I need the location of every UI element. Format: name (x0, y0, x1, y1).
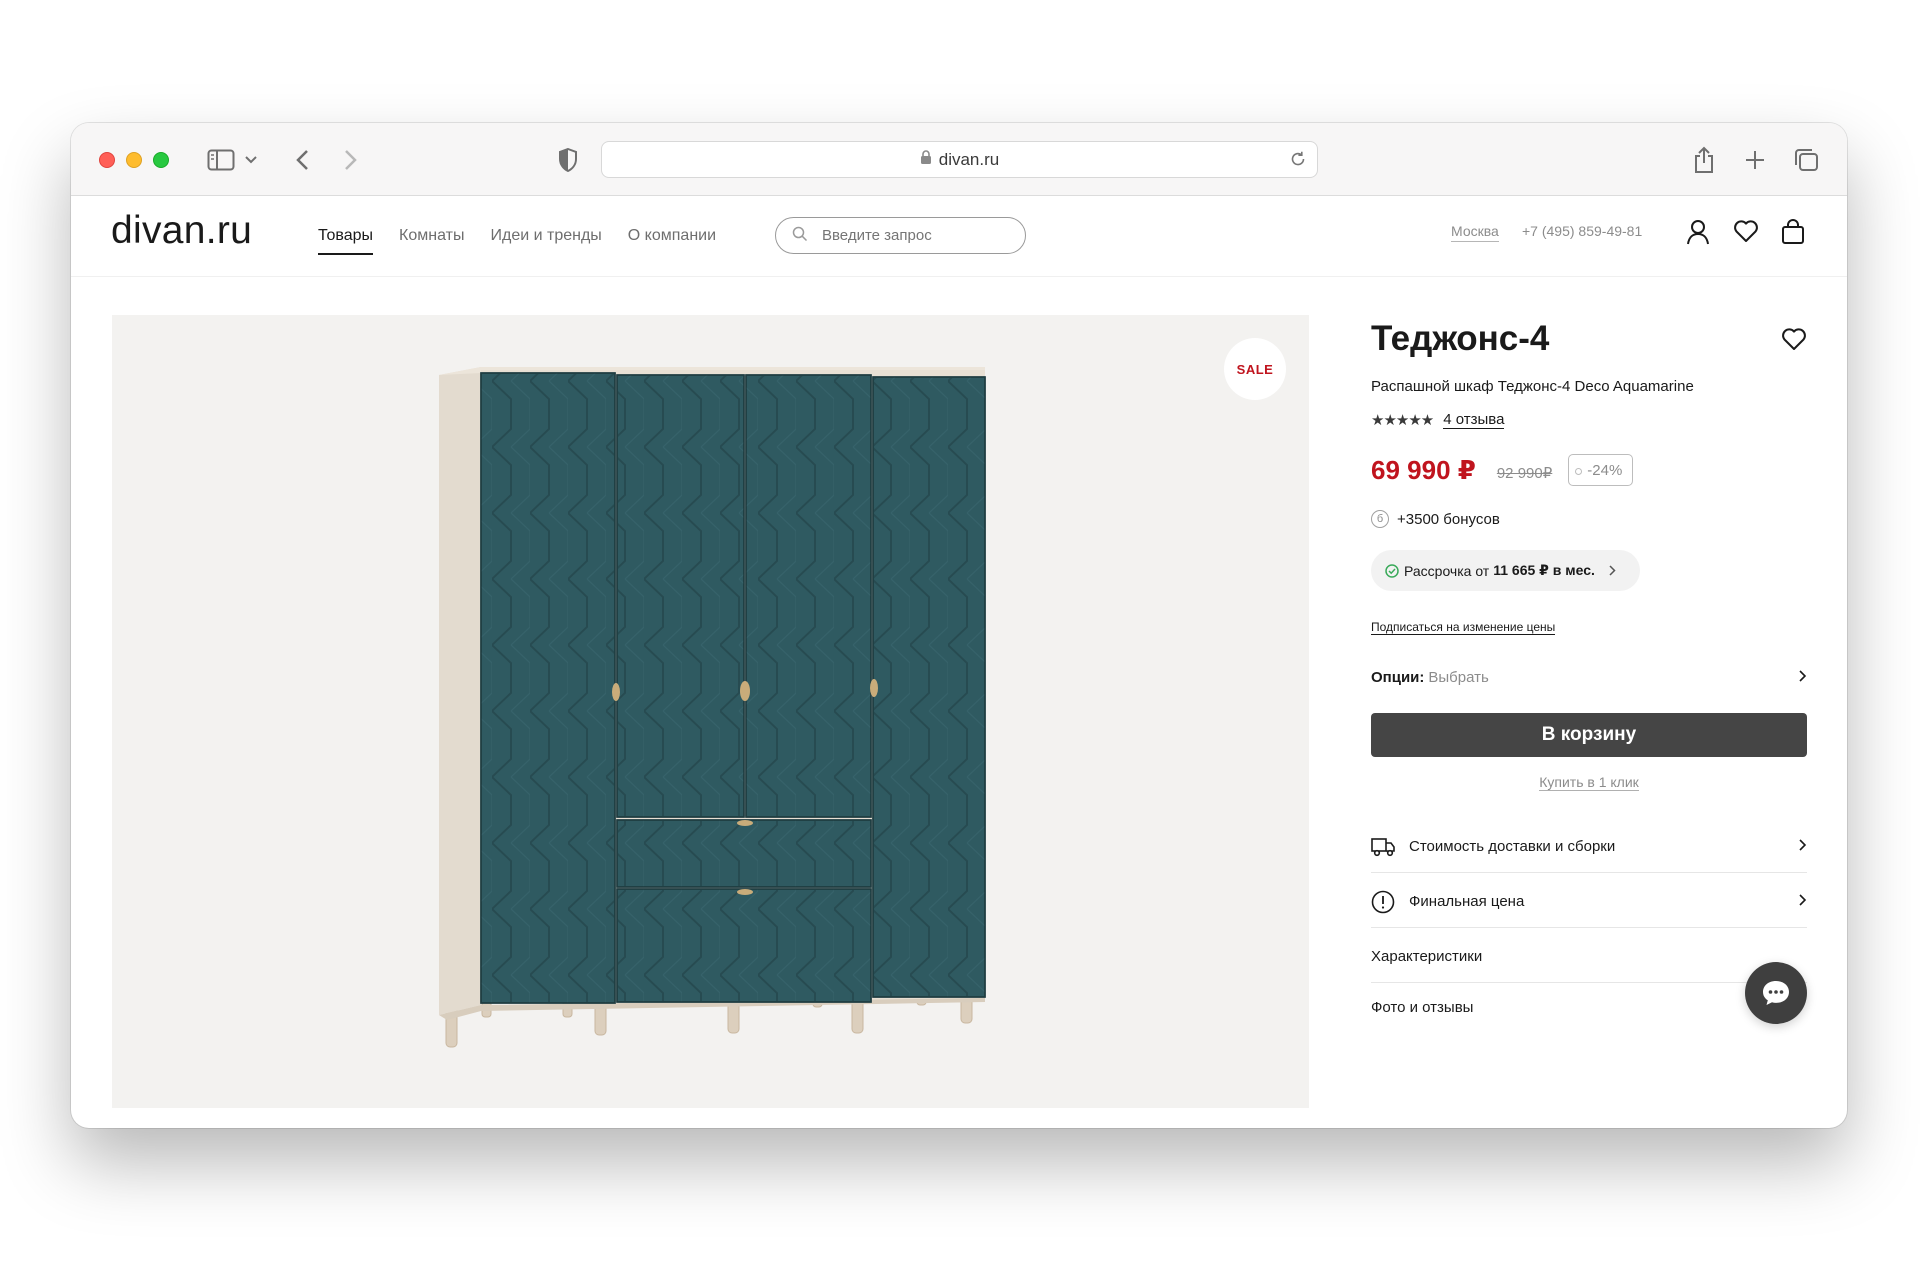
options-selector[interactable]: Опции: Выбрать (1371, 669, 1807, 686)
chevron-right-icon (1609, 563, 1616, 579)
forward-arrow-icon[interactable] (344, 145, 358, 175)
delivery-cost-label: Стоимость доставки и сборки (1409, 838, 1616, 855)
search-icon (792, 226, 808, 246)
nav-item-products[interactable]: Товары (318, 227, 374, 255)
price-row: 69 990 ₽ 92 990₽ -24% (1371, 454, 1634, 486)
subscribe-price-link[interactable]: Подписаться на изменение цены (1371, 620, 1556, 635)
site-logo[interactable]: divan.ru (111, 209, 252, 253)
current-price: 69 990 ₽ (1371, 454, 1476, 485)
photos-reviews-label: Фото и отзывы (1371, 998, 1474, 1016)
phone-number[interactable]: +7 (495) 859-49-81 (1522, 223, 1642, 239)
cart-icon[interactable] (1781, 219, 1805, 250)
delivery-cost-row[interactable]: Стоимость доставки и сборки (1371, 821, 1807, 873)
product-subtitle: Распашной шкаф Теджонс-4 Deco Aquamarine (1371, 378, 1694, 395)
wardrobe-image (439, 367, 986, 1048)
rating-stars: ★★★★★ (1371, 412, 1434, 429)
reload-icon[interactable] (1289, 150, 1307, 173)
browser-toolbar: divan.ru (71, 123, 1847, 196)
main-nav: Товары Комнаты Идеи и тренды О компании (318, 227, 716, 255)
back-arrow-icon[interactable] (295, 145, 309, 175)
discount-tag: -24% (1568, 454, 1634, 486)
address-bar[interactable]: divan.ru (601, 141, 1318, 178)
city-selector[interactable]: Москва (1451, 223, 1499, 242)
characteristics-row[interactable]: Характеристики (1371, 931, 1807, 983)
chevron-right-icon (1799, 669, 1807, 686)
final-price-row[interactable]: Финальная цена (1371, 876, 1807, 928)
truck-icon (1371, 837, 1395, 857)
zoom-window-button[interactable] (153, 152, 169, 168)
installment-amount: 11 665 ₽ в мес. (1493, 562, 1595, 578)
check-circle-icon (1385, 563, 1399, 578)
add-to-cart-button[interactable]: В корзину (1371, 713, 1807, 757)
new-tab-icon[interactable] (1744, 145, 1766, 175)
search-input[interactable] (822, 227, 992, 244)
characteristics-label: Характеристики (1371, 948, 1483, 965)
product-rating: ★★★★★ 4 отзыва (1371, 411, 1505, 429)
nav-item-rooms[interactable]: Комнаты (399, 227, 464, 255)
nav-item-ideas[interactable]: Идеи и тренды (490, 227, 601, 255)
chevron-right-icon (1799, 838, 1807, 855)
old-price: 92 990₽ (1496, 465, 1553, 482)
search-box[interactable] (775, 217, 1026, 254)
lock-icon (920, 149, 932, 170)
bonus-coin-icon: б (1371, 510, 1389, 528)
photos-reviews-row[interactable]: Фото и отзывы (1371, 981, 1807, 1033)
site-header: divan.ru Товары Комнаты Идеи и тренды О … (71, 197, 1847, 277)
share-icon[interactable] (1693, 145, 1715, 175)
options-value: Выбрать (1428, 669, 1489, 686)
nav-item-about[interactable]: О компании (628, 227, 716, 255)
browser-window: divan.ru divan.ru Товары Комнаты Идеи и … (71, 123, 1847, 1128)
product-title: Теджонс-4 (1371, 319, 1550, 358)
chat-bubble-icon (1761, 979, 1791, 1007)
bonus-text: +3500 бонусов (1397, 510, 1500, 528)
chevron-down-icon[interactable] (245, 145, 257, 175)
chat-button[interactable] (1745, 962, 1807, 1024)
options-label: Опции: (1371, 669, 1425, 686)
minimize-window-button[interactable] (126, 152, 142, 168)
installment-prefix: Рассрочка от (1404, 562, 1490, 579)
user-icon[interactable] (1686, 219, 1710, 250)
tabs-overview-icon[interactable] (1793, 145, 1819, 175)
buy-one-click-link[interactable]: Купить в 1 клик (1539, 774, 1639, 791)
exclamation-icon (1371, 890, 1395, 914)
close-window-button[interactable] (99, 152, 115, 168)
product-image[interactable]: SALE (112, 315, 1309, 1108)
final-price-label: Финальная цена (1409, 893, 1525, 910)
installment-button[interactable]: Рассрочка от 11 665 ₽ в мес. (1371, 550, 1640, 591)
favorite-heart-icon[interactable] (1781, 327, 1807, 356)
chevron-right-icon (1799, 893, 1807, 910)
sidebar-toggle-icon[interactable] (207, 145, 235, 175)
reviews-link[interactable]: 4 отзыва (1443, 411, 1505, 429)
bonus-row: б +3500 бонусов (1371, 510, 1500, 528)
shield-icon[interactable] (558, 145, 578, 175)
address-url: divan.ru (938, 149, 1000, 169)
buy-one-click: Купить в 1 клик (1371, 774, 1807, 791)
sale-badge: SALE (1224, 338, 1286, 400)
heart-icon[interactable] (1733, 219, 1759, 248)
